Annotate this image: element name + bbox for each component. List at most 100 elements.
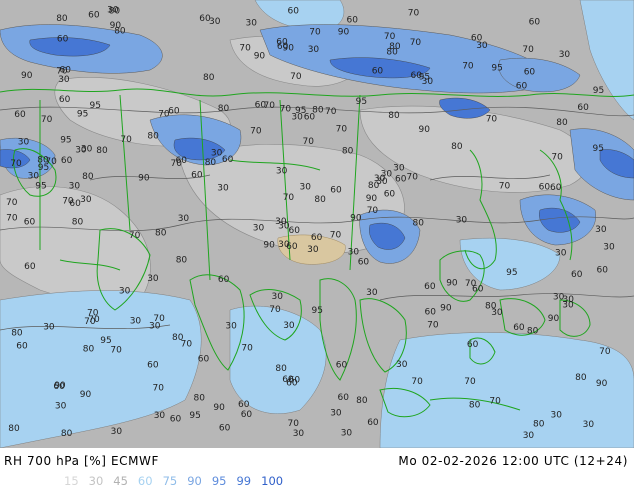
contour-label: 70 [241,343,253,353]
contour-label: 90 [21,71,33,81]
contour-label: 30 [276,166,288,176]
contour-label: 90 [138,173,150,183]
contour-label: 30 [119,286,131,296]
contour-label: 60 [347,15,359,25]
contour-label: 80 [342,146,354,156]
contour-label: 60 [330,185,342,195]
contour-label: 60 [358,258,370,268]
contour-label: 30 [293,429,305,439]
contour-label: 30 [43,322,55,332]
contour-label: 60 [147,361,159,371]
contour-label: 30 [178,214,190,224]
contour-label: 60 [384,190,396,200]
contour-label: 30 [393,164,405,174]
contour-label: 80 [83,345,95,355]
contour-label: 90 [110,21,122,31]
contour-label: 60 [222,155,234,165]
contour-label: 30 [75,145,87,155]
contour-label: 30 [272,292,284,302]
contour-label: 80 [61,429,73,439]
contour-label: 30 [80,195,92,205]
contour-label: 30 [291,113,303,123]
contour-label: 70 [410,38,422,48]
contour-label: 80 [485,302,497,312]
contour-label: 30 [603,243,615,253]
contour-label: 60 [577,103,589,113]
contour-label: 70 [129,231,141,241]
legend-item: 100 [261,474,284,488]
contour-label: 60 [529,17,541,27]
contour-label: 30 [583,420,595,430]
contour-label: 90 [440,304,452,314]
contour-label: 95 [356,97,367,107]
contour-label: 70 [367,206,379,216]
legend-item: 60 [137,474,153,488]
contour-label: 30 [18,138,30,148]
contour-label: 60 [524,67,536,77]
contour-label: 60 [170,414,182,424]
contour-label: 70 [336,124,348,134]
contour-label: 60 [88,11,100,21]
contour-label: 70 [269,305,281,315]
contour-label: 30 [209,17,221,27]
contour-label: 60 [597,266,609,276]
contour-label: 60 [191,170,203,180]
contour-label: 80 [527,326,539,336]
contour-label: 80 [203,73,215,83]
legend-item: 45 [113,474,128,488]
contour-label: 30 [69,182,81,192]
contour-label: 95 [312,306,323,316]
contour-label: 70 [408,8,420,18]
contour-label: 80 [172,333,184,343]
legend-item: 30 [88,474,104,488]
contour-label: 70 [309,27,321,37]
contour-label: 60 [238,400,250,410]
contour-label: 60 [198,355,210,365]
contour-label: 60 [425,308,437,318]
contour-label: 70 [551,152,563,162]
contour-label: 90 [80,390,92,400]
contour-label: 30 [559,50,571,60]
contour-label: 60 [57,34,69,44]
contour-label: 90 [548,314,560,324]
contour-label: 80 [11,329,23,339]
contour-label: 80 [96,146,108,156]
contour-label: 60 [218,275,230,285]
contour-label: 30 [562,301,574,311]
contour-label: 80 [356,396,368,406]
contour-label: 80 [386,48,398,58]
contour-label: 70 [464,377,476,387]
contour-label: 70 [153,314,165,324]
contour-label: 90 [419,125,431,135]
contour-label: 30 [283,321,295,331]
contour-label: 60 [241,410,253,420]
contour-label: 70 [120,135,132,145]
contour-label: 70 [407,173,419,183]
contour-label: 70 [283,193,295,203]
contour-label: 80 [533,420,545,430]
contour-label: 60 [24,218,36,228]
contour-label: 30 [111,427,123,437]
contour-label: 60 [338,393,350,403]
contour-label: 70 [264,101,276,111]
contour-label: 70 [6,214,18,224]
contour-label: 95 [100,336,111,346]
contour-label: 90 [263,241,275,251]
contour-label: 90 [338,28,350,38]
contour-label: 95 [60,136,71,146]
contour-label: 60 [516,81,528,91]
legend-item: 90 [187,474,202,488]
contour-label: 70 [41,115,53,125]
contour-label: 30 [130,317,142,327]
contour-label: 30 [154,411,166,421]
contour-label: 95 [593,144,604,154]
contour-label: 80 [155,228,167,238]
contour-label: 90 [254,52,266,62]
contour-label: 70 [465,279,477,289]
contour-label: 30 [253,223,265,233]
contour-label: 60 [539,182,551,192]
contour-label: 30 [476,41,488,51]
contour-label: 80 [388,111,400,121]
contour-label: 30 [307,245,319,255]
contour-label: 60 [411,71,423,81]
